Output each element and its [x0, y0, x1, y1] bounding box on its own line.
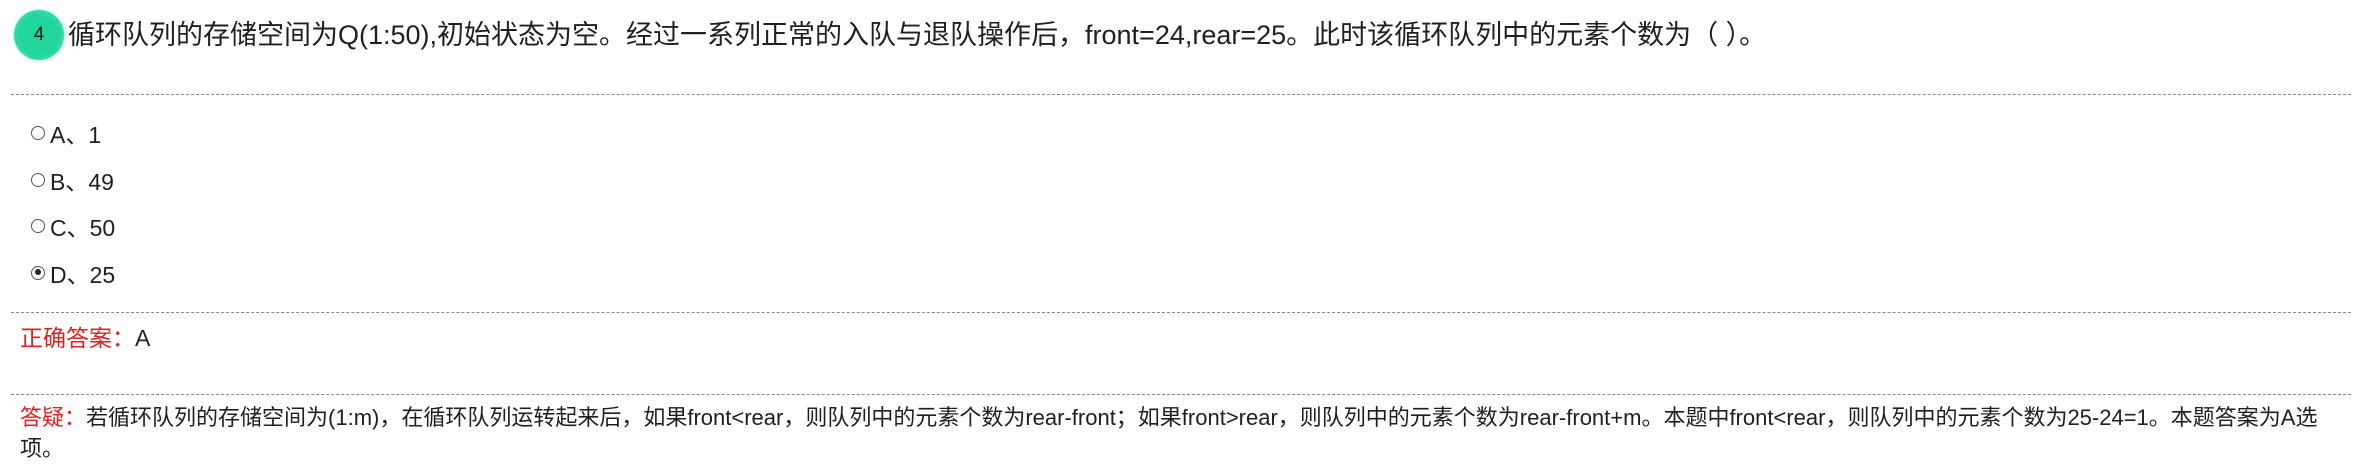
option-label: D、25 [50, 261, 116, 288]
option-c[interactable]: C、50 [31, 203, 115, 250]
radio-icon[interactable] [31, 219, 45, 234]
question-header: 4 循环队列的存储空间为Q(1:50),初始状态为空。经过一系列正常的入队与退队… [14, 10, 1766, 60]
option-label: A、1 [50, 122, 102, 149]
divider [11, 312, 2351, 313]
correct-answer-label: 正确答案： [20, 325, 135, 351]
question-number-badge: 4 [14, 10, 64, 60]
question-page: 4 循环队列的存储空间为Q(1:50),初始状态为空。经过一系列正常的入队与退队… [0, 0, 2361, 471]
radio-icon[interactable] [31, 126, 45, 141]
radio-selected-icon[interactable] [31, 265, 45, 280]
radio-icon[interactable] [31, 172, 45, 187]
option-d[interactable]: D、25 [31, 250, 115, 297]
explanation: 答疑：若循环队列的存储空间为(1:m)，在循环队列运转起来后，如果front<r… [20, 402, 2345, 464]
options-list: A、1 B、49 C、50 D、25 [31, 110, 115, 296]
explanation-label: 答疑： [20, 405, 87, 430]
option-a[interactable]: A、1 [31, 110, 115, 157]
option-b[interactable]: B、49 [31, 157, 115, 204]
divider [11, 94, 2351, 95]
correct-answer-value: A [135, 325, 151, 351]
divider [11, 394, 2351, 395]
question-text: 循环队列的存储空间为Q(1:50),初始状态为空。经过一系列正常的入队与退队操作… [68, 20, 1767, 50]
correct-answer: 正确答案：A [20, 322, 150, 354]
explanation-text: 若循环队列的存储空间为(1:m)，在循环队列运转起来后，如果front<rear… [20, 405, 2318, 461]
option-label: C、50 [50, 215, 116, 242]
option-label: B、49 [50, 168, 114, 195]
